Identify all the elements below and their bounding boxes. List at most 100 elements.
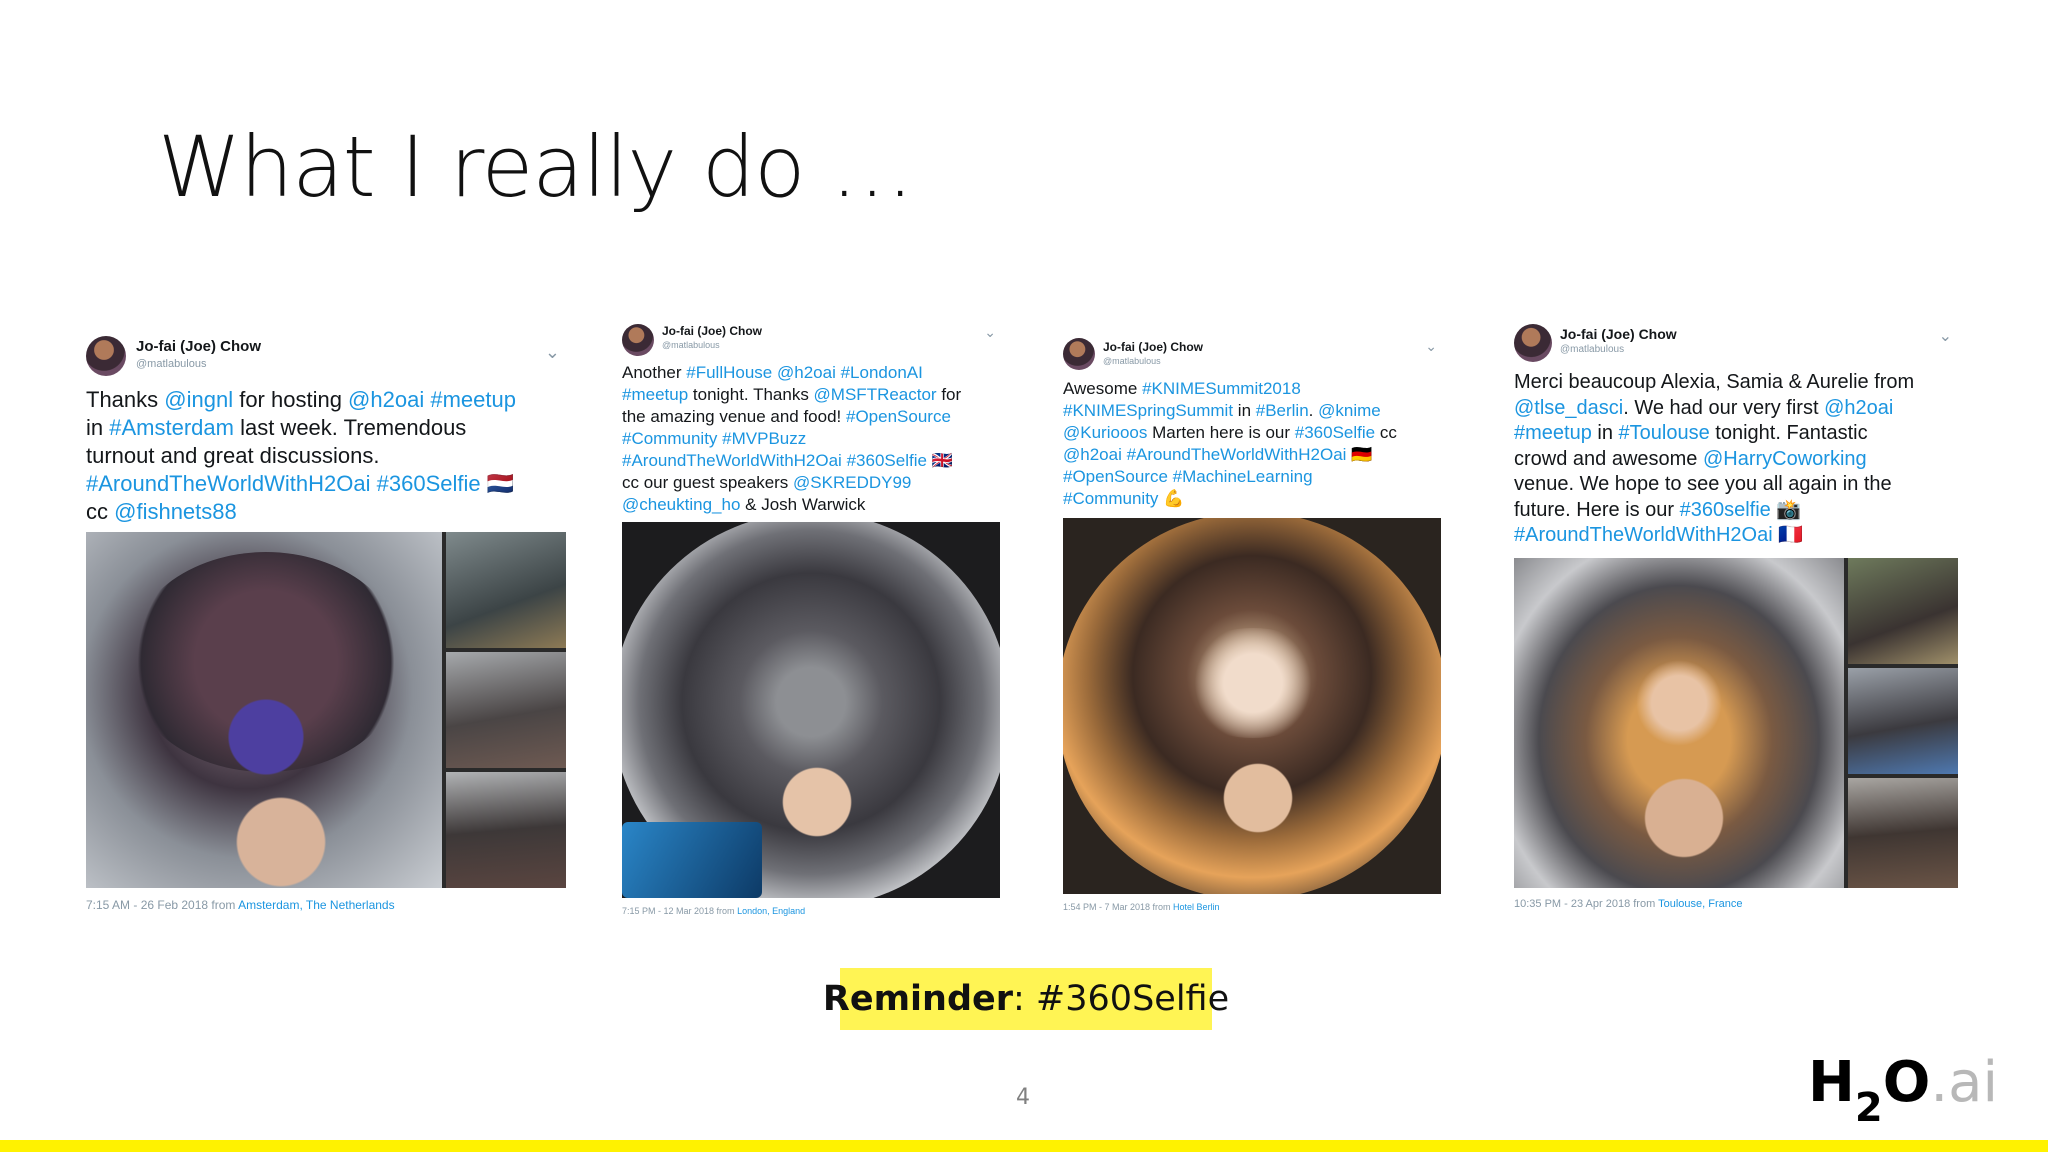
hashtag-link[interactable]: #360selfie xyxy=(1680,499,1771,521)
tweet-photo[interactable] xyxy=(622,522,1000,898)
hashtag-link[interactable]: #Toulouse xyxy=(1619,422,1710,444)
hashtag-link[interactable]: #KNIMESpringSummit xyxy=(1063,401,1233,420)
tweet-line: venue. We hope to see you all again in t… xyxy=(1514,472,1958,498)
tweet-location[interactable]: Hotel Berlin xyxy=(1173,902,1220,912)
tweet-location[interactable]: Toulouse, France xyxy=(1658,898,1742,910)
chevron-down-icon[interactable]: ⌄ xyxy=(1939,326,1952,346)
tweet-line: cc our guest speakers @SKREDDY99 xyxy=(622,472,1002,494)
mention-link[interactable]: @ingnl xyxy=(164,387,233,412)
avatar[interactable] xyxy=(1063,338,1095,370)
avatar[interactable] xyxy=(622,324,654,356)
hashtag-link[interactable]: #FullHouse xyxy=(686,363,772,382)
author-name[interactable]: Jo-fai (Joe) Chow xyxy=(1103,340,1203,354)
hashtag-link[interactable]: #AroundTheWorldWithH2Oai xyxy=(86,471,371,496)
hashtag-link[interactable]: #meetup xyxy=(1514,422,1592,444)
tweet-line: turnout and great discussions. xyxy=(86,442,566,470)
tweet-text-span: 🇩🇪 xyxy=(1346,445,1373,464)
hashtag-link[interactable]: #OpenSource xyxy=(1063,467,1168,486)
author-name[interactable]: Jo-fai (Joe) Chow xyxy=(662,324,762,338)
tweet-text-span: Thanks xyxy=(86,387,165,412)
hashtag-link[interactable]: #meetup xyxy=(622,385,688,404)
mention-link[interactable]: @tlse_dasci xyxy=(1514,397,1623,419)
tweet-card-berlin[interactable]: Jo-fai (Joe) Chow @matlabulous ⌄ Awesome… xyxy=(1063,336,1443,924)
tweet-text-span: cc xyxy=(1375,423,1397,442)
tweet-line: #AroundTheWorldWithH2Oai #360Selfie 🇳🇱 xyxy=(86,470,566,498)
mention-link[interactable]: @h2oai xyxy=(1824,397,1893,419)
hashtag-link[interactable]: #LondonAI xyxy=(841,363,923,382)
tweet-photo[interactable] xyxy=(86,532,566,888)
hashtag-link[interactable]: #AroundTheWorldWithH2Oai xyxy=(622,451,842,470)
mention-link[interactable]: @SKREDDY99 xyxy=(793,473,911,492)
author-handle[interactable]: @matlabulous xyxy=(662,340,720,350)
mention-link[interactable]: @knime xyxy=(1318,401,1381,420)
hashtag-link[interactable]: #MachineLearning xyxy=(1173,467,1313,486)
mention-link[interactable]: @fishnets88 xyxy=(114,499,237,524)
selfie-photo-main xyxy=(1514,558,1844,888)
mention-link[interactable]: @cheukting_ho xyxy=(622,495,740,514)
hashtag-link[interactable]: #Community xyxy=(622,429,717,448)
hand-shape xyxy=(1624,758,1744,878)
hashtag-link[interactable]: #Amsterdam xyxy=(109,415,234,440)
tweet-text-span: . xyxy=(1308,401,1319,420)
chevron-down-icon[interactable]: ⌄ xyxy=(984,324,996,341)
tweet-card-amsterdam[interactable]: Jo-fai (Joe) Chow @matlabulous ⌄ Thanks … xyxy=(86,332,566,920)
hand-shape xyxy=(1203,748,1313,848)
hand-shape xyxy=(206,782,356,888)
hashtag-link[interactable]: #Berlin xyxy=(1256,401,1309,420)
tweet-card-london[interactable]: Jo-fai (Joe) Chow @matlabulous ⌄ Another… xyxy=(622,320,1002,922)
hashtag-link[interactable]: #Community xyxy=(1063,489,1158,508)
tweet-card-toulouse[interactable]: Jo-fai (Joe) Chow @matlabulous ⌄ Merci b… xyxy=(1514,322,1958,920)
hashtag-link[interactable]: #MVPBuzz xyxy=(722,429,806,448)
chevron-down-icon[interactable]: ⌄ xyxy=(1425,338,1437,355)
author-handle[interactable]: @matlabulous xyxy=(1560,344,1624,355)
author-handle[interactable]: @matlabulous xyxy=(136,358,206,370)
tweet-line: in #Amsterdam last week. Tremendous xyxy=(86,414,566,442)
people-shape xyxy=(1624,648,1734,758)
hashtag-link[interactable]: #AroundTheWorldWithH2Oai xyxy=(1127,445,1347,464)
tweet-photo[interactable] xyxy=(1063,518,1441,894)
tweet-text: Another #FullHouse @h2oai #LondonAI #meet… xyxy=(622,362,1002,516)
tweet-line: #Community #MVPBuzz xyxy=(622,428,1002,450)
tweet-text-span: venue. We hope to see you all again in t… xyxy=(1514,473,1892,495)
chevron-down-icon[interactable]: ⌄ xyxy=(545,342,560,363)
tweet-line: @Kuriooos Marten here is our #360Selfie … xyxy=(1063,422,1443,444)
logo-o: O xyxy=(1882,1050,1931,1115)
tweet-text: Awesome #KNIMESummit2018 #KNIMESpringSumm… xyxy=(1063,378,1443,510)
tweet-location[interactable]: London, England xyxy=(737,906,805,916)
tweet-text-span: for hosting xyxy=(233,387,349,412)
hand-shape xyxy=(762,752,872,852)
tweet-text-span: . We had our very first xyxy=(1623,396,1825,419)
mention-link[interactable]: @h2oai xyxy=(348,387,424,412)
tweet-line: @cheukting_ho & Josh Warwick xyxy=(622,494,1002,516)
hashtag-link[interactable]: #360Selfie xyxy=(847,451,927,470)
tweet-location[interactable]: Amsterdam, The Netherlands xyxy=(238,898,395,912)
hashtag-link[interactable]: #OpenSource xyxy=(846,407,951,426)
mention-link[interactable]: @h2oai xyxy=(1063,445,1122,464)
tweet-text: Thanks @ingnl for hosting @h2oai #meetup… xyxy=(86,386,566,526)
tweet-text-span: crowd and awesome xyxy=(1514,447,1703,470)
avatar[interactable] xyxy=(1514,324,1552,362)
author-name[interactable]: Jo-fai (Joe) Chow xyxy=(1560,326,1677,342)
tweet-text-span: cc xyxy=(86,499,115,524)
tweet-text-span: last week. Tremendous xyxy=(233,415,467,440)
hashtag-link[interactable]: #AroundTheWorldWithH2Oai xyxy=(1514,524,1773,546)
tweet-text-span: Merci beaucoup Alexia, Samia & Aurelie f… xyxy=(1514,371,1915,393)
hashtag-link[interactable]: #meetup xyxy=(430,387,516,412)
selfie-photo-main xyxy=(86,532,442,888)
hashtag-link[interactable]: #360Selfie xyxy=(377,471,481,496)
tweet-line: #AroundTheWorldWithH2Oai #360Selfie 🇬🇧 xyxy=(622,450,1002,472)
avatar[interactable] xyxy=(86,336,126,376)
mention-link[interactable]: @HarryCoworking xyxy=(1703,448,1867,470)
mention-link[interactable]: @h2oai xyxy=(777,363,836,382)
tweet-text-span: 📸 xyxy=(1770,498,1802,521)
author-name[interactable]: Jo-fai (Joe) Chow xyxy=(136,338,261,355)
mention-link[interactable]: @MSFTReactor xyxy=(814,385,937,404)
hashtag-link[interactable]: #360Selfie xyxy=(1295,423,1375,442)
tweet-line: Another #FullHouse @h2oai #LondonAI xyxy=(622,362,1002,384)
mention-link[interactable]: @Kuriooos xyxy=(1063,423,1147,442)
photo-thumb-1 xyxy=(446,532,566,648)
author-handle[interactable]: @matlabulous xyxy=(1103,356,1161,366)
tweet-photo[interactable] xyxy=(1514,558,1958,888)
tweet-line: the amazing venue and food! #OpenSource xyxy=(622,406,1002,428)
hashtag-link[interactable]: #KNIMESummit2018 xyxy=(1142,379,1301,398)
